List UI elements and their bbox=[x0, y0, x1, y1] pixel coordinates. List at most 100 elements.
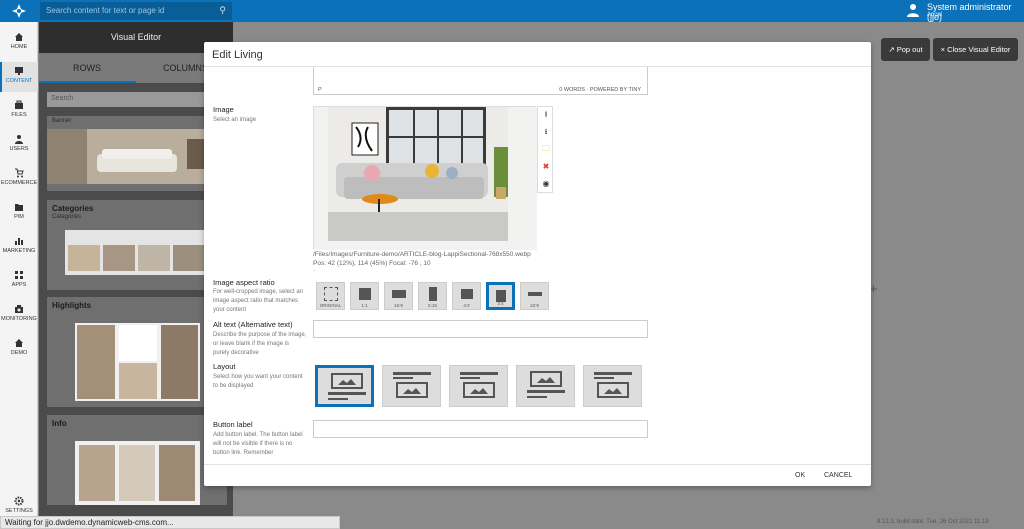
layout-option[interactable] bbox=[583, 365, 642, 407]
row-card-title: Info bbox=[52, 419, 67, 428]
cancel-button[interactable]: CANCEL bbox=[824, 472, 852, 479]
layout-option[interactable] bbox=[382, 365, 441, 407]
editor-statusbar: P 0 WORDS · POWERED BY TINY bbox=[314, 87, 647, 94]
nav-item-users[interactable]: USERS bbox=[0, 130, 38, 160]
layout-option[interactable] bbox=[516, 365, 575, 407]
home-icon bbox=[15, 33, 23, 41]
edit-living-dialog: Edit Living P 0 WORDS · POWERED BY TINY … bbox=[204, 42, 871, 486]
pop-out-button[interactable]: ↗ Pop out bbox=[881, 38, 930, 61]
layout-preview-icon bbox=[328, 373, 366, 400]
banner-thumbnail bbox=[47, 129, 227, 184]
nav-label: MONITORING bbox=[1, 316, 37, 322]
alt-text-input[interactable] bbox=[313, 320, 648, 338]
nav-item-home[interactable]: HOME bbox=[0, 28, 38, 58]
row-card-subtitle: Categories bbox=[52, 214, 82, 220]
alt-text-description: Describe the purpose of the image, or le… bbox=[213, 332, 307, 356]
dynamicweb-logo[interactable] bbox=[0, 0, 38, 22]
nav-label: FILES bbox=[11, 112, 27, 118]
nav-label: USERS bbox=[9, 146, 29, 152]
user-icon bbox=[15, 135, 23, 144]
aspect-ratio-option-label: 22:9 bbox=[530, 303, 539, 308]
aspect-ratio-shape-icon bbox=[428, 287, 437, 301]
layout-label: Layout bbox=[213, 362, 236, 371]
build-info: 9.12.3, build date: Tue, 26 Oct 2021 11:… bbox=[877, 519, 989, 525]
image-extra-info: - bbox=[313, 268, 315, 274]
aspect-ratio-option[interactable]: 22:9 bbox=[520, 282, 549, 310]
alt-text-label: Alt text (Alternative text) bbox=[213, 320, 293, 329]
aspect-ratio-option[interactable]: 1:1 bbox=[350, 282, 379, 310]
active-tab-indicator bbox=[39, 81, 136, 83]
nav-item-ecommerce[interactable]: ECOMMERCE bbox=[0, 164, 38, 194]
nav-item-monitoring[interactable]: MONITORING bbox=[0, 300, 38, 330]
main-navigation: HOME CONTENT FILES USERS ECOMMERCE PIM M… bbox=[0, 22, 38, 529]
top-bar: Search content for text or page id ⚲ Sys… bbox=[0, 0, 1024, 22]
row-card-subtitle: Banner bbox=[52, 118, 72, 124]
user-subtitle: Angel bbox=[927, 12, 943, 18]
tab-rows[interactable]: ROWS bbox=[73, 53, 101, 83]
user-avatar-icon[interactable] bbox=[906, 3, 920, 17]
button-label-label: Button label bbox=[213, 420, 253, 429]
tab-columns[interactable]: COLUMNS bbox=[163, 53, 208, 83]
monitor-icon bbox=[15, 67, 23, 75]
nav-item-files[interactable]: FILES bbox=[0, 96, 38, 126]
nav-label: APPS bbox=[11, 282, 27, 288]
close-visual-editor-button[interactable]: × Close Visual Editor bbox=[933, 38, 1018, 61]
image-description: Select an image bbox=[213, 117, 257, 123]
image-path: /Files/Images/Furniture-demo/ARTICLE-blo… bbox=[313, 251, 531, 258]
aspect-ratio-option-label: ORIGINAL bbox=[319, 303, 342, 308]
upload-icon[interactable]: ⭱ bbox=[538, 107, 554, 124]
browse-folder-icon[interactable]: 🗀 bbox=[538, 141, 554, 158]
layout-preview-icon bbox=[460, 372, 498, 398]
remove-icon[interactable]: ✖ bbox=[538, 158, 554, 175]
aspect-ratio-option[interactable]: 4:3 bbox=[452, 282, 481, 310]
row-card-highlights[interactable]: Highlights bbox=[47, 297, 227, 407]
nav-item-pim[interactable]: PIM bbox=[0, 198, 38, 228]
aspect-ratio-option[interactable]: 5:15 bbox=[418, 282, 447, 310]
nav-item-apps[interactable]: APPS bbox=[0, 266, 38, 296]
image-label: Image bbox=[213, 105, 234, 114]
nav-label: ECOMMERCE bbox=[0, 180, 38, 186]
download-icon[interactable]: ⭳ bbox=[538, 124, 554, 141]
button-label-input[interactable] bbox=[313, 420, 648, 438]
global-search-input[interactable]: Search content for text or page id ⚲ bbox=[40, 2, 232, 20]
layout-preview-icon bbox=[393, 372, 431, 398]
row-card-title: Highlights bbox=[52, 301, 92, 310]
nav-label: MARKETING bbox=[2, 248, 36, 254]
aspect-ratio-shape-icon bbox=[527, 292, 542, 296]
nav-label: DEMO bbox=[10, 350, 28, 356]
ok-button[interactable]: OK bbox=[795, 472, 805, 479]
focal-point-icon[interactable]: ◉ bbox=[538, 175, 554, 192]
pop-out-label: Pop out bbox=[896, 45, 923, 54]
layout-option[interactable] bbox=[449, 365, 508, 407]
nav-item-demo[interactable]: DEMO bbox=[0, 334, 38, 364]
aspect-ratio-option[interactable]: 3:4 bbox=[486, 282, 515, 310]
layout-preview-icon bbox=[527, 371, 565, 398]
search-icon[interactable]: ⚲ bbox=[219, 5, 226, 16]
image-toolbar: ⭱ ⭳ 🗀 ✖ ◉ bbox=[537, 106, 553, 193]
dialog-footer: OK CANCEL bbox=[204, 464, 871, 486]
aspect-ratio-option-label: 1:1 bbox=[361, 303, 368, 308]
info-thumbnail bbox=[75, 441, 200, 505]
aspect-ratio-label: Image aspect ratio bbox=[213, 278, 275, 287]
grid-icon bbox=[15, 271, 23, 279]
aspect-ratio-option[interactable]: 16:9 bbox=[384, 282, 413, 310]
close-visual-editor-label: Close Visual Editor bbox=[947, 45, 1011, 54]
nav-item-marketing[interactable]: MARKETING bbox=[0, 232, 38, 262]
row-card-banner[interactable]: Banner bbox=[47, 116, 227, 191]
aspect-ratio-description: For well-cropped image, select an image … bbox=[213, 289, 304, 313]
image-preview[interactable] bbox=[313, 106, 537, 250]
search-placeholder: Search content for text or page id bbox=[46, 6, 165, 15]
row-card-info[interactable]: Info bbox=[47, 415, 227, 505]
layout-description: Select how you want your content to be d… bbox=[213, 374, 303, 389]
row-card-categories[interactable]: Categories Categories bbox=[47, 200, 227, 290]
nav-item-content[interactable]: CONTENT bbox=[0, 62, 38, 92]
aspect-ratio-option[interactable]: ORIGINAL bbox=[316, 282, 345, 310]
layout-option[interactable] bbox=[315, 365, 374, 407]
rich-text-editor[interactable]: P 0 WORDS · POWERED BY TINY bbox=[313, 67, 648, 95]
aspect-ratio-option-label: 16:9 bbox=[394, 303, 403, 308]
search-placeholder: Search bbox=[51, 95, 74, 102]
editor-word-count: 0 WORDS · POWERED BY TINY bbox=[559, 87, 641, 93]
aspect-ratio-shape-icon bbox=[391, 290, 406, 298]
rows-search-input[interactable]: Search bbox=[47, 92, 227, 107]
briefcase-icon bbox=[15, 100, 23, 109]
